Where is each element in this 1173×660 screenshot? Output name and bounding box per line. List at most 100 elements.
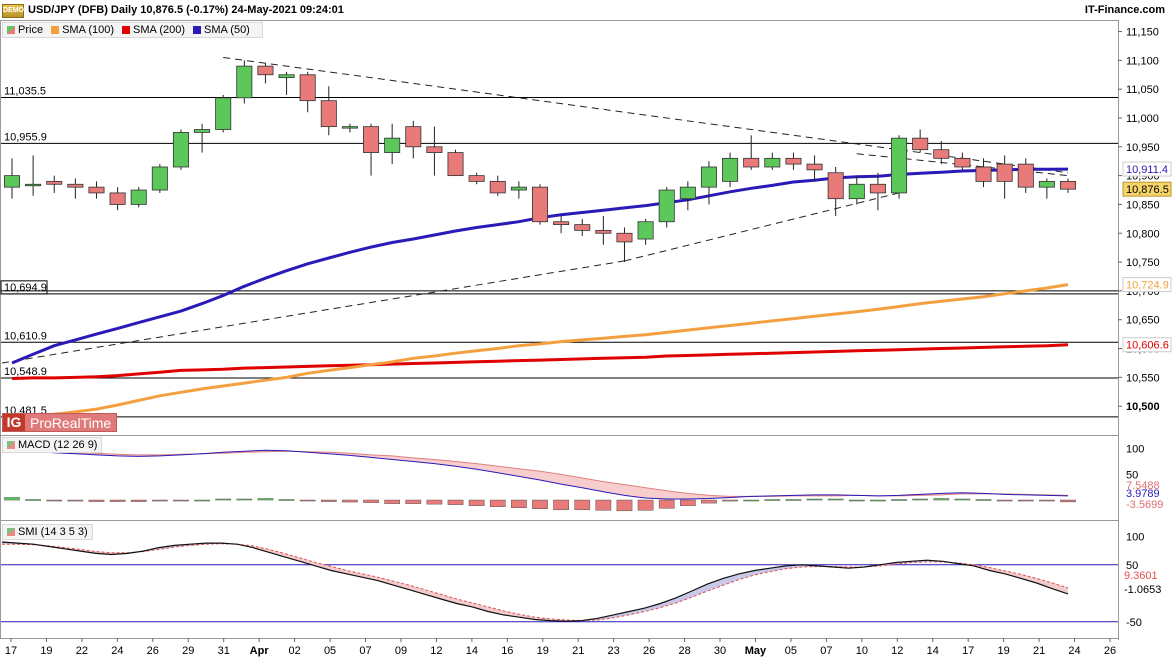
macd-legend-swatch (7, 441, 15, 449)
candle-down (806, 163, 823, 171)
macd-histogram-bar (447, 499, 464, 505)
chart-canvas: 11,035.5 10,955.9 10,694.9 10,610.9 10,548.9… (0, 20, 1172, 657)
macd-histogram-bar (532, 499, 548, 510)
smi-fill-segment (425, 589, 441, 599)
macd-histogram-bar (1039, 499, 1055, 502)
macd-legend: MACD (12 26 9) (2, 437, 103, 453)
legend-sma200-swatch (122, 26, 131, 34)
legend-sma50-label: SMA (50) (204, 24, 250, 36)
last-value-label: 10,724.9 (1126, 280, 1169, 292)
date-tick-label: 28 (678, 645, 690, 657)
macd-last-value: -3.5699 (1126, 499, 1163, 511)
candle-up (637, 221, 654, 240)
price-tick-label: 10,500 (1126, 401, 1160, 413)
candle-down (1059, 180, 1077, 190)
date-axis: 17 19 22 24 26 29 31 Apr 02 05 07 09 12 14 16 19 21 23 26 2… (5, 638, 1116, 657)
candle-down (531, 186, 549, 223)
date-tick-label: 19 (537, 645, 549, 657)
macd-histogram-bar (595, 499, 612, 511)
candle-down (88, 186, 105, 194)
legend-price-label: Price (18, 24, 44, 36)
candle-down (912, 137, 929, 151)
smi-fill-segment (409, 585, 426, 595)
macd-histogram-bar (764, 499, 781, 501)
macd-histogram-bar (954, 498, 971, 501)
smi-legend-label: SMI (14 3 5 3) (18, 526, 88, 538)
date-tick-label: 16 (501, 645, 513, 657)
smi-tick-label: -50 (1126, 617, 1142, 629)
macd-histogram-bar (173, 499, 189, 502)
candle-up (172, 131, 189, 168)
smi-signal-line (2, 543, 1069, 622)
macd-histogram-bar (933, 498, 950, 501)
macd-histogram-bar (489, 499, 506, 507)
macd-histogram-bar (426, 499, 443, 505)
date-tick-label: 24 (111, 645, 123, 657)
pane-border (0, 20, 1119, 436)
date-tick-label: 17 (5, 645, 17, 657)
candle-up (130, 189, 147, 205)
macd-pane: 501007.54883.9789-3.5699 (4, 444, 1163, 512)
macd-histogram-bar (553, 499, 569, 511)
level-label: 10,548.9 (4, 366, 47, 378)
date-tick-label: 26 (147, 645, 159, 657)
candle-up (25, 183, 42, 187)
date-tick-label: 21 (572, 645, 584, 657)
date-tick-label: 17 (962, 645, 974, 657)
legend-sma200-label: SMA (200) (133, 24, 185, 36)
candle-up (722, 157, 739, 182)
candle-up (3, 175, 21, 188)
price-tick-label: 11,150 (1126, 27, 1159, 39)
candle-up (278, 74, 295, 79)
date-tick-label: 30 (714, 645, 726, 657)
date-tick-label: 09 (395, 645, 407, 657)
macd-histogram-bar (88, 499, 105, 502)
macd-histogram-bar (151, 499, 168, 502)
sma200-line (11, 343, 1069, 380)
macd-histogram-bar (722, 499, 738, 502)
candle-down (785, 157, 802, 165)
candle-down (299, 74, 316, 102)
candles (3, 60, 1077, 263)
chart-title: USD/JPY (DFB) Daily 10,876.5 (-0.17%) 24… (28, 4, 344, 16)
legend-sma100: SMA (100) (51, 24, 114, 36)
smi-last-value: -1.0653 (1124, 584, 1161, 596)
macd-histogram-bar (405, 499, 422, 504)
source-label: IT-Finance.com (1084, 4, 1165, 16)
price-tick-label: 10,550 (1126, 372, 1160, 384)
macd-histogram-bar (806, 498, 823, 501)
candle-up (700, 166, 717, 188)
macd-histogram-bar (870, 499, 886, 502)
macd-histogram-bar (320, 499, 337, 502)
macd-histogram-bar (342, 499, 358, 503)
date-tick-label: 10 (856, 645, 868, 657)
candle-down (468, 175, 485, 182)
smi-tick-label: 100 (1126, 531, 1144, 543)
date-tick-label: 02 (288, 645, 300, 657)
candle-up (658, 189, 675, 223)
price-tick-label: 10,850 (1126, 199, 1160, 211)
date-tick-label: 19 (40, 645, 52, 657)
macd-histogram-bar (827, 498, 844, 501)
macd-histogram-bar (637, 499, 654, 511)
candle-down (743, 157, 760, 168)
candle-down (869, 183, 886, 194)
date-tick-label: 14 (927, 645, 939, 657)
price-tick-label: 11,050 (1126, 84, 1159, 96)
date-tick-label: 12 (891, 645, 903, 657)
demo-badge: DEMO (2, 4, 24, 18)
date-tick-label: 05 (324, 645, 336, 657)
last-value-label: 10,876.5 (1126, 184, 1169, 196)
date-tick-label: 26 (1104, 645, 1116, 657)
candle-down (405, 126, 422, 148)
date-tick-label: 05 (785, 645, 797, 657)
smi-last-value: 9.3601 (1124, 570, 1158, 582)
date-tick-label: 22 (76, 645, 88, 657)
date-tick-label: May (745, 645, 767, 657)
price-tick-label: 10,800 (1126, 228, 1160, 240)
date-tick-label: 26 (643, 645, 655, 657)
date-tick-label: Apr (250, 645, 270, 657)
legend-price-swatch (7, 26, 15, 34)
date-tick-label: 31 (218, 645, 230, 657)
macd-histogram-bar (511, 499, 527, 508)
